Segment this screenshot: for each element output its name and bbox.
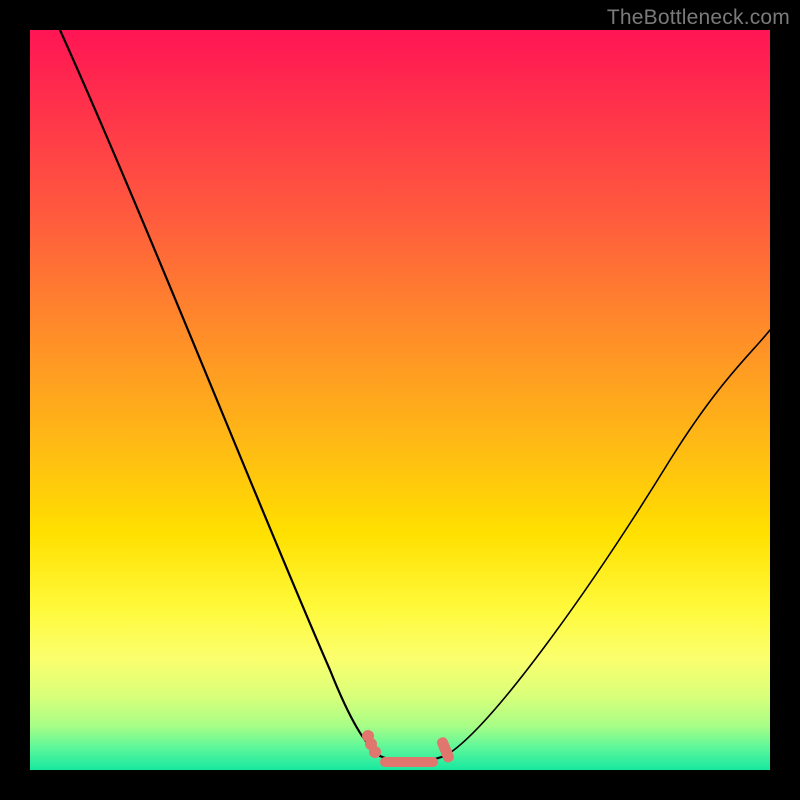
curve-layer — [30, 30, 770, 770]
watermark-text: TheBottleneck.com — [607, 6, 790, 30]
trough-marker-bar — [380, 757, 438, 767]
outer-frame: TheBottleneck.com — [0, 0, 800, 800]
curve-right-branch — [445, 330, 770, 756]
curve-left-branch — [60, 30, 380, 756]
trough-marker — [435, 736, 455, 764]
trough-marker — [369, 746, 381, 758]
plot-area — [30, 30, 770, 770]
